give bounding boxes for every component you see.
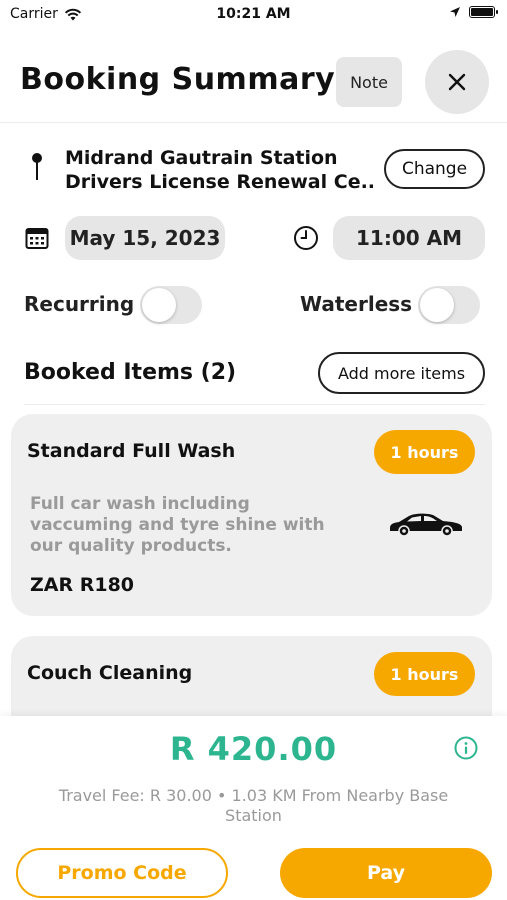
booked-items-title: Booked Items (2) [24, 360, 237, 385]
item-name: Standard Full Wash [27, 440, 236, 462]
schedule-row: May 15, 2023 11:00 AM [0, 216, 507, 260]
checkout-footer: R 420.00 Travel Fee: R 30.00 • 1.03 KM F… [0, 716, 507, 900]
section-divider [24, 404, 485, 405]
location-address: Midrand Gautrain Station Drivers License… [65, 146, 375, 194]
add-more-items-button[interactable]: Add more items [318, 352, 485, 394]
item-name: Couch Cleaning [27, 662, 193, 684]
travel-fee-text: Travel Fee: R 30.00 • 1.03 KM From Nearb… [58, 786, 449, 825]
close-icon [448, 73, 466, 91]
total-price: R 420.00 [169, 730, 338, 768]
item-description: Full car wash including vaccuming and ty… [30, 494, 325, 556]
time-picker[interactable]: 11:00 AM [333, 216, 485, 260]
page-title: Booking Summary [20, 62, 336, 97]
close-button[interactable] [425, 50, 489, 114]
info-icon[interactable] [454, 736, 478, 760]
clock-icon [294, 226, 318, 250]
car-icon [390, 513, 462, 537]
toggle-knob [142, 288, 176, 322]
duration-badge: 1 hours [374, 652, 475, 696]
location-name: Midrand Gautrain Station [65, 147, 338, 169]
item-price: ZAR R180 [30, 574, 135, 596]
promo-code-button[interactable]: Promo Code [16, 848, 228, 898]
status-right [449, 6, 498, 18]
battery-icon [469, 6, 498, 18]
header-divider [0, 122, 507, 123]
booked-item-card[interactable]: Standard Full Wash 1 hours Full car wash… [11, 414, 492, 616]
waterless-label: Waterless [300, 292, 413, 316]
recurring-toggle[interactable] [140, 286, 202, 324]
waterless-toggle[interactable] [418, 286, 480, 324]
date-picker[interactable]: May 15, 2023 [65, 216, 225, 260]
toggle-knob [420, 288, 454, 322]
recurring-label: Recurring [24, 292, 135, 316]
duration-badge: 1 hours [374, 430, 475, 474]
location-arrow-icon [450, 7, 460, 17]
clock-time: 10:21 AM [216, 6, 291, 22]
note-button[interactable]: Note [336, 57, 402, 107]
change-location-button[interactable]: Change [384, 149, 485, 189]
calendar-icon [25, 228, 49, 249]
header: Booking Summary Note [0, 50, 507, 122]
pin-icon [32, 153, 42, 180]
pay-button[interactable]: Pay [280, 848, 492, 898]
status-bar: Carrier 10:21 AM [0, 0, 507, 30]
location-row: Midrand Gautrain Station Drivers License… [0, 140, 507, 200]
booked-items-header: Booked Items (2) Add more items [0, 352, 507, 396]
options-row: Recurring Waterless [0, 284, 507, 326]
location-detail: Drivers License Renewal Ce... [65, 171, 375, 193]
